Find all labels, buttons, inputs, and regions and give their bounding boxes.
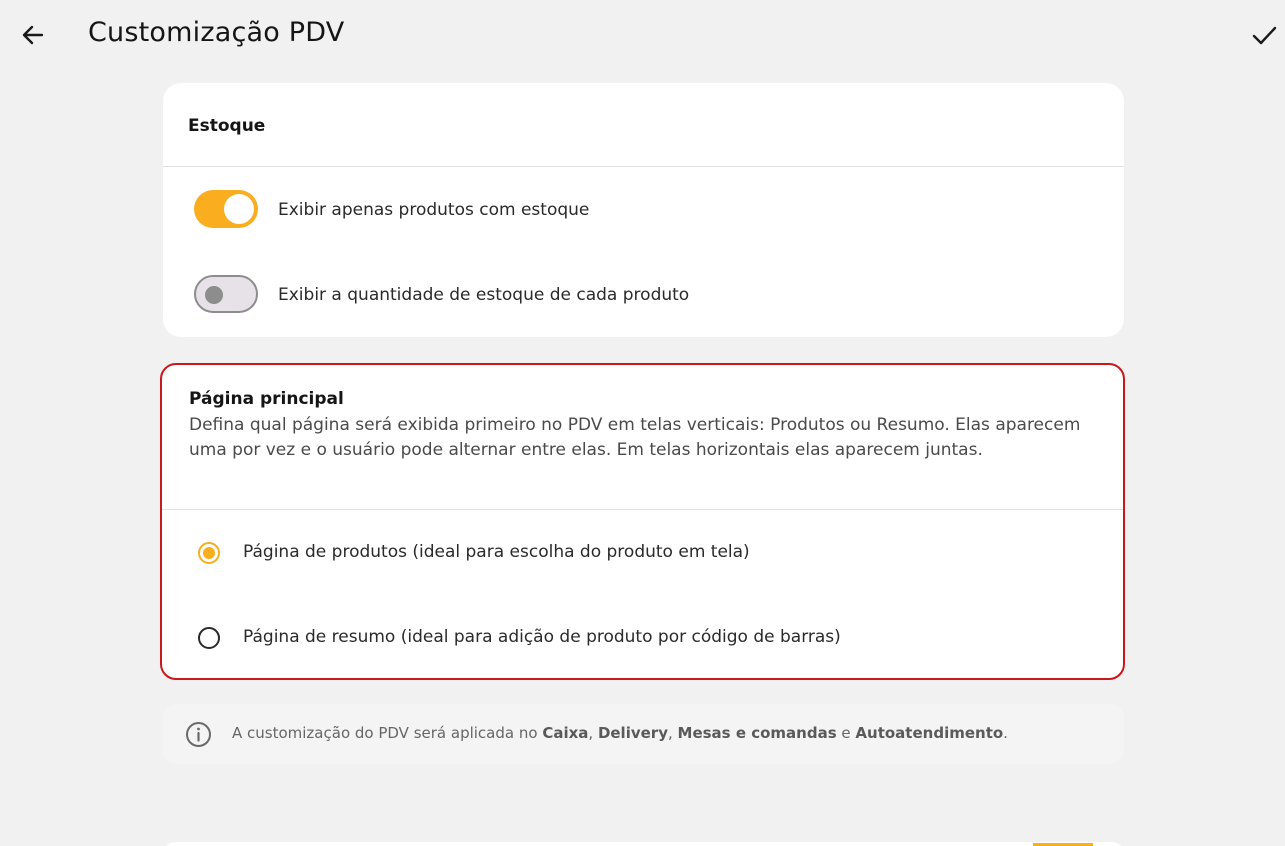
main-page-card: Página principal Defina qual página será…	[160, 363, 1125, 680]
radio-dot	[203, 547, 215, 559]
check-icon	[1252, 26, 1277, 45]
stock-quantity-toggle[interactable]	[194, 275, 258, 313]
summary-page-label: Página de resumo (ideal para adição de p…	[243, 627, 841, 647]
stock-section-title: Estoque	[188, 116, 266, 136]
toggle-knob	[205, 286, 223, 304]
info-channel-autoatendimento: Autoatendimento	[855, 724, 1004, 742]
arrow-left-icon	[22, 25, 44, 45]
info-notice: A customização do PDV será aplicada no C…	[163, 704, 1124, 764]
info-channel-mesas: Mesas e comandas	[677, 724, 837, 742]
info-text: A customização do PDV será aplicada no C…	[232, 724, 1008, 742]
info-suffix: .	[1003, 724, 1008, 742]
only-in-stock-label: Exibir apenas produtos com estoque	[278, 200, 590, 220]
radio-row-products-page[interactable]: Página de produtos (ideal para escolha d…	[162, 510, 1123, 595]
info-sep: e	[836, 724, 856, 742]
toggle-row-stock-quantity: Exibir a quantidade de estoque de cada p…	[163, 252, 1124, 337]
info-channel-delivery: Delivery	[597, 724, 668, 742]
info-sep: ,	[588, 724, 598, 742]
info-icon	[186, 722, 211, 747]
top-bar: Customização PDV	[0, 0, 1285, 70]
only-in-stock-toggle[interactable]	[194, 190, 258, 228]
confirm-button[interactable]	[1250, 21, 1278, 49]
main-page-card-header: Página principal Defina qual página será…	[162, 365, 1123, 510]
main-page-description: Defina qual página será exibida primeiro…	[189, 415, 1081, 460]
info-channel-caixa: Caixa	[542, 724, 589, 742]
page-title: Customização PDV	[88, 17, 345, 48]
stock-settings-card: Estoque Exibir apenas produtos com estoq…	[163, 83, 1124, 337]
toggle-row-only-in-stock: Exibir apenas produtos com estoque	[163, 167, 1124, 252]
back-button[interactable]	[18, 20, 48, 50]
stock-quantity-label: Exibir a quantidade de estoque de cada p…	[278, 285, 690, 305]
main-page-section-title: Página principal	[189, 389, 344, 409]
products-page-radio[interactable]	[198, 542, 220, 564]
toggle-knob	[224, 194, 254, 224]
products-page-label: Página de produtos (ideal para escolha d…	[243, 542, 750, 562]
stock-card-header: Estoque	[163, 83, 1124, 167]
summary-page-radio[interactable]	[198, 627, 220, 649]
info-prefix: A customização do PDV será aplicada no	[232, 724, 543, 742]
next-card-peek	[163, 842, 1124, 846]
info-sep: ,	[667, 724, 678, 742]
radio-row-summary-page[interactable]: Página de resumo (ideal para adição de p…	[162, 595, 1123, 678]
